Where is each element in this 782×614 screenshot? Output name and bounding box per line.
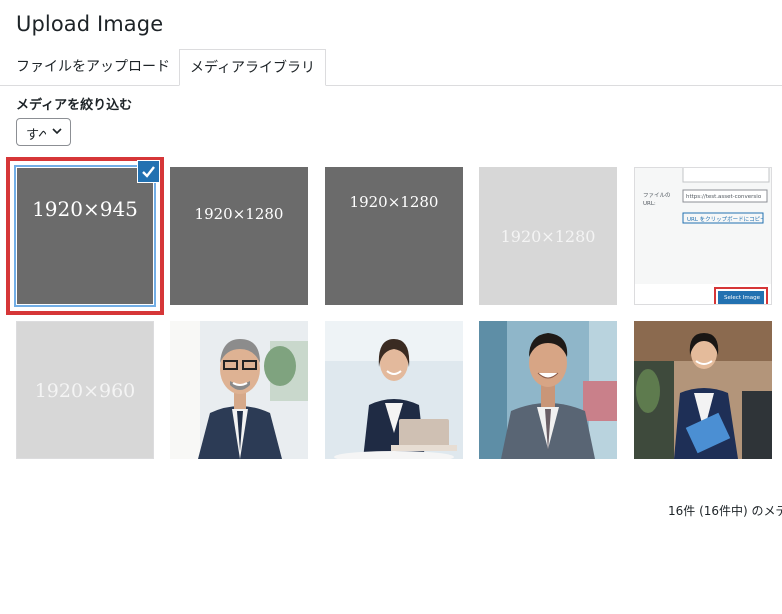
attachment-thumbnail-photo[interactable] xyxy=(325,321,463,459)
businessman-city-photo xyxy=(479,321,617,459)
attachment-thumbnail-photo[interactable] xyxy=(634,321,772,459)
businesswoman-folder-photo xyxy=(634,321,772,459)
attachment-thumbnail[interactable]: 1920×960 xyxy=(16,321,154,459)
media-filter-select[interactable]: すべて xyxy=(16,118,71,146)
attachment-thumbnail[interactable]: 1920×1280 xyxy=(479,167,617,305)
selected-checkmark-button[interactable] xyxy=(137,160,160,183)
filter-label: メディアを絞り込む xyxy=(16,98,133,113)
attachment-thumbnail-photo[interactable] xyxy=(479,321,617,459)
screenshot-copy-button: URL をクリップボードにコピー xyxy=(687,217,763,223)
attachment-thumbnail-photo[interactable] xyxy=(170,321,308,459)
attachment-thumbnail-screenshot[interactable]: ファイルの URL: https://test.asset-conversio … xyxy=(634,167,772,305)
thumbnail-caption: 1920×960 xyxy=(34,380,136,402)
screenshot-preview-graphic xyxy=(635,168,771,304)
attachment-count-status: 16件 (16件中) のメデ xyxy=(668,504,782,518)
thumbnail-caption: 1920×1280 xyxy=(349,193,439,211)
thumbnail-caption: 1920×1280 xyxy=(500,227,596,246)
screenshot-select-button: Select Image xyxy=(724,295,760,301)
attachment-thumbnail[interactable]: 1920×1280 xyxy=(325,167,463,305)
filter-selected-value: すべて xyxy=(26,128,46,143)
page-title: Upload Image xyxy=(16,12,164,36)
businessman-portrait-photo xyxy=(170,321,308,459)
media-tabs: ファイルをアップロード メディアライブラリ xyxy=(0,49,782,86)
screenshot-url-value: https://test.asset-conversio xyxy=(686,194,762,200)
businesswoman-laptop-photo xyxy=(325,321,463,459)
thumbnail-caption: 1920×1280 xyxy=(194,205,284,223)
selection-border xyxy=(14,165,156,307)
tab-upload-files[interactable]: ファイルをアップロード xyxy=(6,49,180,85)
checkmark-icon xyxy=(142,166,155,178)
chevron-down-icon xyxy=(52,128,62,135)
attachment-thumbnail[interactable]: 1920×1280 xyxy=(170,167,308,305)
tab-media-library[interactable]: メディアライブラリ xyxy=(179,49,327,86)
screenshot-field-label: ファイルの URL: xyxy=(643,193,671,207)
